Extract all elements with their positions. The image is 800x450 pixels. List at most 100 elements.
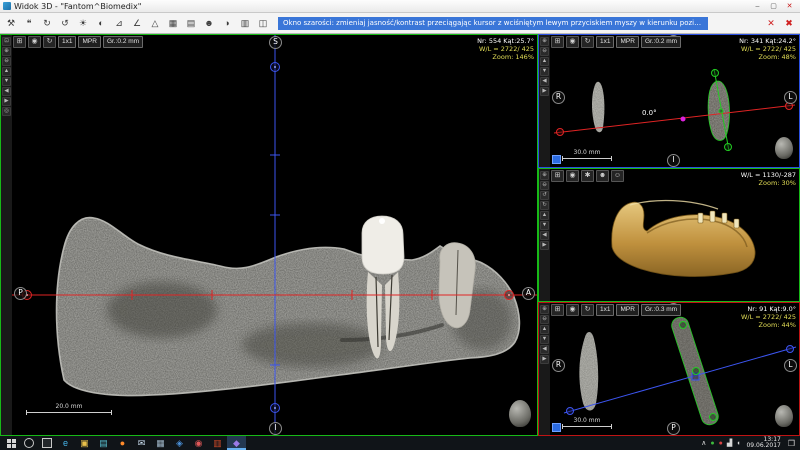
maximize-button[interactable]: ▢ [766,1,781,11]
snapshot-icon[interactable]: ◉ [566,170,579,182]
tray-network-icon[interactable]: ▟ [725,436,734,450]
split-layout-icon[interactable]: ▤ [182,15,200,32]
pan-up-icon[interactable]: ▲ [540,211,549,220]
task-view-button[interactable] [38,436,56,450]
pan-left-icon[interactable]: ◀ [540,231,549,240]
mpr-button[interactable]: MPR [616,36,638,48]
profile-icon[interactable]: △ [146,15,164,32]
taskbar-calculator[interactable]: ▦ [151,436,170,450]
expand-icon[interactable]: ⊞ [551,36,564,48]
pan-down-icon[interactable]: ▼ [540,221,549,230]
cortana-search-button[interactable] [20,436,38,450]
zoom-out-icon[interactable]: ⊖ [2,57,11,66]
sagittal-crosshair-line[interactable] [270,35,280,435]
pan-right-icon[interactable]: ▶ [540,87,549,96]
rotate-icon[interactable]: ↻ [581,304,594,316]
thickness-button[interactable]: Gr.:0.2 mm [641,36,681,48]
taskbar-explorer[interactable]: ▣ [75,436,94,450]
expand-icon[interactable]: ⊞ [551,170,564,182]
taskbar-firefox[interactable]: ● [113,436,132,450]
rotate-icon[interactable]: ↻ [43,36,56,48]
taskbar-imaging-app[interactable]: ◆ [227,436,246,450]
taskbar-clock[interactable]: 13:17 09.06.2017 [743,437,783,450]
zoom-out-icon[interactable]: ⊖ [540,315,549,324]
zoom-in-icon[interactable]: ⊕ [540,171,549,180]
taskbar-edge[interactable]: e [56,436,75,450]
orientation-head-icon[interactable] [509,400,531,427]
center-icon[interactable]: ◎ [2,107,11,116]
start-button[interactable] [2,436,20,450]
pan-up-icon[interactable]: ▲ [2,67,11,76]
orientation-head-icon[interactable] [775,405,793,427]
expand-icon[interactable]: ⊞ [13,36,26,48]
pan-down-icon[interactable]: ▼ [540,335,549,344]
reset-view-icon[interactable]: ↻ [38,15,56,32]
thickness-button[interactable]: Gr.:0.3 mm [641,304,681,316]
zoom-out-icon[interactable]: ⊖ [540,181,549,190]
annotation-icon[interactable]: ❝ [20,15,38,32]
exit-icon[interactable]: ✖ [780,15,798,32]
minimize-button[interactable]: – [750,1,765,11]
pan-right-icon[interactable]: ▶ [540,355,549,364]
layout-button[interactable]: 1x1 [58,36,76,48]
axial-view[interactable]: ⊞◉↻ 1x1 MPR Gr.:0.3 mm Nr: 91 Kąt:9.0° W… [550,303,799,435]
mpr-button[interactable]: MPR [616,304,638,316]
head-side-icon[interactable]: ☺ [611,170,624,182]
tray-status-red-icon[interactable]: ● [717,436,725,450]
tray-status-green-icon[interactable]: ● [708,436,716,450]
patient-icon[interactable]: ☻ [200,15,218,32]
rotate-left-icon[interactable]: ↺ [540,191,549,200]
taskbar-paint[interactable]: ◉ [189,436,208,450]
sagittal-plane-line[interactable] [564,346,796,415]
pan-down-icon[interactable]: ▼ [540,67,549,76]
pan-left-icon[interactable]: ◀ [2,87,11,96]
zoom-in-icon[interactable]: ⊕ [540,37,549,46]
tangential-view[interactable]: ⊞◉↻ 1x1 MPR Gr.:0.2 mm Nr: 341 Kąt:24.2°… [550,35,799,167]
taskbar-mail[interactable]: ✉ [132,436,151,450]
cross-section-view[interactable]: ⊞◉↻ 1x1 MPR Gr.:0.2 mm Nr: 554 Kąt:25.7°… [12,35,537,435]
zoom-out-icon[interactable]: ⊖ [540,47,549,56]
snapshot-icon[interactable]: ◉ [566,36,579,48]
invert-icon[interactable]: ◑ [218,15,236,32]
pan-right-icon[interactable]: ▶ [540,241,549,250]
mpr-button[interactable]: MPR [78,36,100,48]
pan-up-icon[interactable]: ▲ [540,325,549,334]
taskbar-office[interactable]: ▥ [208,436,227,450]
close-study-icon[interactable]: ✕ [762,15,780,32]
slice-plane-line[interactable] [712,69,732,151]
close-button[interactable]: ✕ [782,1,797,11]
rotate-icon[interactable]: ↻ [581,36,594,48]
ruler-icon[interactable]: ⊿ [110,15,128,32]
pan-left-icon[interactable]: ◀ [540,77,549,86]
fit-view-icon[interactable]: ⊡ [2,37,11,46]
layout-button[interactable]: 1x1 [596,304,614,316]
panel-layout-icon[interactable]: ▥ [236,15,254,32]
layout-button[interactable]: 1x1 [596,36,614,48]
snapshot-icon[interactable]: ◉ [28,36,41,48]
taskbar-photos[interactable]: ◈ [170,436,189,450]
snapshot-icon[interactable]: ◉ [566,304,579,316]
head-front-icon[interactable]: ☻ [596,170,609,182]
expand-icon[interactable]: ⊞ [551,304,564,316]
grid-layout-icon[interactable]: ▦ [164,15,182,32]
pan-right-icon[interactable]: ▶ [2,97,11,106]
zoom-in-icon[interactable]: ⊕ [2,47,11,56]
rotate-right-icon[interactable]: ↻ [540,201,549,210]
pan-up-icon[interactable]: ▲ [540,57,549,66]
undo-rotate-icon[interactable]: ↺ [56,15,74,32]
slice-indicator-chip[interactable] [552,423,561,432]
brightness-icon[interactable]: ☀ [74,15,92,32]
thickness-button[interactable]: Gr.:0.2 mm [103,36,143,48]
pan-left-icon[interactable]: ◀ [540,345,549,354]
slice-indicator-chip[interactable] [552,155,561,164]
pan-down-icon[interactable]: ▼ [2,77,11,86]
volume-view[interactable]: ⊞◉✱☻☺ W/L = 1130/-287 Zoom: 30% [550,169,799,301]
angle-measure-icon[interactable]: ∠ [128,15,146,32]
action-center-button[interactable]: ❒ [785,436,798,450]
stereo-view-icon[interactable]: ◫ [254,15,272,32]
tools-icon[interactable]: ⚒ [2,15,20,32]
settings-icon[interactable]: ✱ [581,170,594,182]
orientation-head-icon[interactable] [775,137,793,159]
angle-marker-dot[interactable] [681,117,686,122]
window-level-icon[interactable]: ◐ [92,15,110,32]
